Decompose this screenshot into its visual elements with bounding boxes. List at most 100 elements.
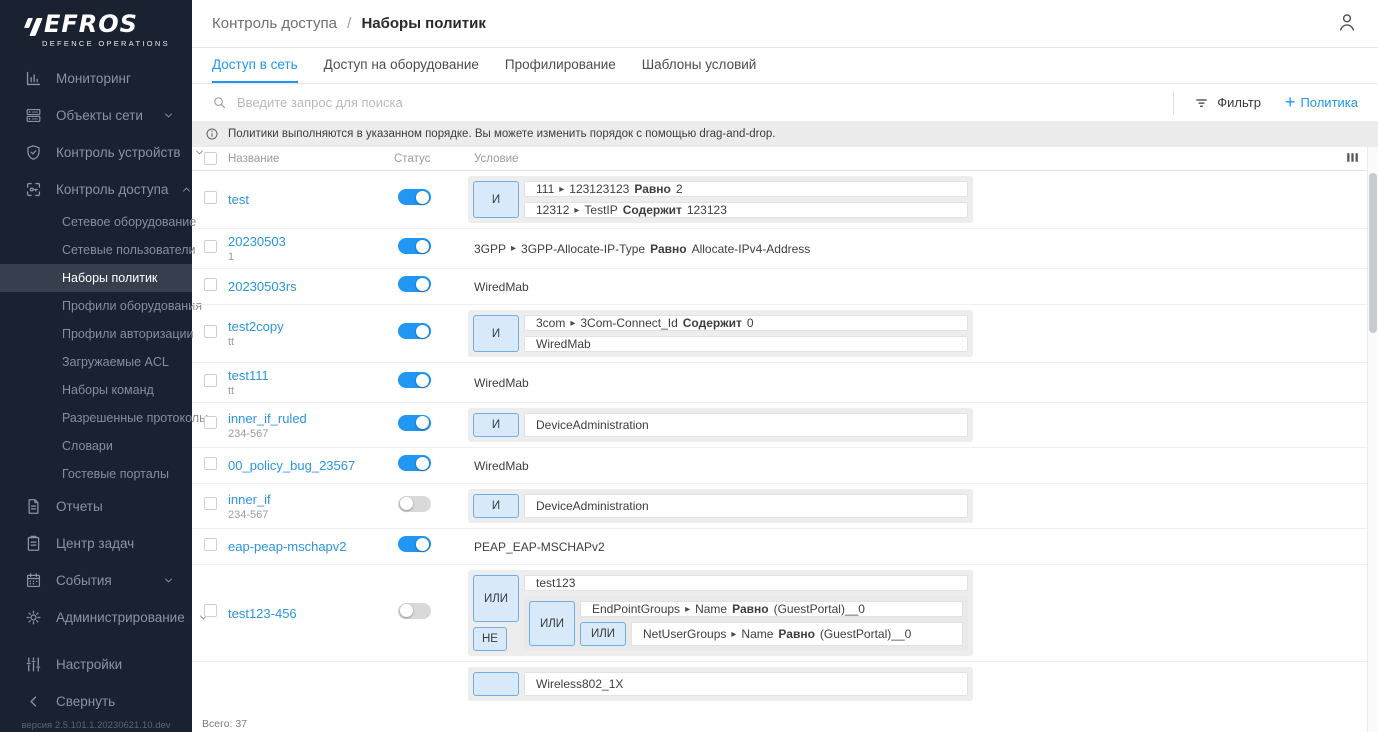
sidebar-subitem-1[interactable]: Сетевые пользователи (0, 236, 192, 264)
condition-bar: 111▸123123123Равно2 (524, 181, 968, 197)
search-input[interactable] (237, 95, 1169, 110)
condition-dictionary: 3GPP (474, 242, 506, 256)
condition-attribute: Name (695, 602, 727, 616)
logo-title: EFROS (44, 12, 138, 36)
condition-operator: Равно (778, 627, 814, 641)
policy-name-link[interactable]: 20230503rs (228, 279, 297, 294)
condition-attribute: 123123123 (569, 182, 629, 196)
sidebar-subitem-7[interactable]: Разрешенные протоколы (0, 404, 192, 432)
policy-name-link[interactable]: inner_if_ruled (228, 411, 307, 426)
row-name-cell: eap-peap-mschapv2 (228, 539, 388, 554)
sidebar-item-3[interactable]: Контроль доступа (0, 171, 192, 208)
row-status-cell (388, 372, 468, 393)
select-all-checkbox[interactable] (204, 152, 217, 165)
policy-name-link[interactable]: test (228, 192, 249, 207)
row-name-cell: test111tt (228, 368, 388, 397)
condition-group: ИDeviceAdministration (468, 408, 973, 442)
filter-button[interactable]: Фильтр (1178, 95, 1277, 110)
status-toggle[interactable] (398, 238, 431, 254)
row-checkbox[interactable] (204, 538, 217, 551)
status-toggle[interactable] (398, 455, 431, 471)
add-policy-button-label: Политика (1300, 95, 1358, 110)
sidebar-item-4[interactable]: Отчеты (0, 488, 192, 525)
row-checkbox[interactable] (204, 604, 217, 617)
row-status-cell (388, 323, 468, 344)
sidebar-subitem-6[interactable]: Наборы команд (0, 376, 192, 404)
sidebar-item-9[interactable]: Свернуть (0, 683, 192, 720)
sidebar-item-1[interactable]: Объекты сети (0, 97, 192, 134)
tab-1[interactable]: Доступ на оборудование (324, 48, 479, 83)
sidebar-item-8[interactable]: Настройки (0, 646, 192, 683)
condition-text: test123 (536, 576, 575, 590)
tab-2[interactable]: Профилирование (505, 48, 616, 83)
info-banner: Политики выполняются в указанном порядке… (192, 121, 1378, 147)
row-condition-cell: WiredMab (468, 280, 1362, 294)
row-status-cell (388, 238, 468, 259)
chevron-down-icon (163, 110, 174, 121)
columns-icon (1344, 149, 1361, 166)
row-checkbox-cell (204, 325, 228, 343)
sidebar-item-5[interactable]: Центр задач (0, 525, 192, 562)
condition-operator-box: НЕ (473, 627, 507, 651)
row-checkbox[interactable] (204, 457, 217, 470)
policy-row-8: eap-peap-mschapv2PEAP_EAP-MSCHAPv2 (192, 529, 1378, 565)
sidebar-subitem-4[interactable]: Профили авторизации (0, 320, 192, 348)
column-settings-button[interactable] (1344, 149, 1361, 169)
status-toggle[interactable] (398, 603, 431, 619)
row-checkbox[interactable] (204, 191, 217, 204)
sidebar-item-label: Свернуть (56, 694, 115, 709)
status-toggle[interactable] (398, 415, 431, 431)
status-toggle[interactable] (398, 189, 431, 205)
row-checkbox[interactable] (204, 374, 217, 387)
status-toggle[interactable] (398, 323, 431, 339)
sidebar-item-0[interactable]: Мониторинг (0, 60, 192, 97)
policy-name-link[interactable]: eap-peap-mschapv2 (228, 539, 347, 554)
sidebar-subitem-3[interactable]: Профили оборудования (0, 292, 192, 320)
condition-operator: Равно (650, 242, 686, 256)
sidebar-subitem-5[interactable]: Загружаемые ACL (0, 348, 192, 376)
row-checkbox[interactable] (204, 240, 217, 253)
user-menu-button[interactable] (1336, 11, 1358, 36)
condition-plain: WiredMab (468, 280, 1362, 294)
policy-name-link[interactable]: test111 (228, 368, 269, 383)
condition-value: 0 (747, 316, 754, 330)
sidebar-subitem-8[interactable]: Словари (0, 432, 192, 460)
search-icon (212, 95, 227, 110)
row-condition-cell: WiredMab (468, 376, 1362, 390)
row-checkbox[interactable] (204, 497, 217, 510)
condition-plain: 3GPP▸3GPP-Allocate-IP-TypeРавноAllocate-… (468, 242, 1362, 256)
condition-text: WiredMab (536, 337, 591, 351)
row-checkbox[interactable] (204, 416, 217, 429)
policy-name-link[interactable]: inner_if (228, 492, 271, 507)
row-checkbox[interactable] (204, 278, 217, 291)
sidebar-subitem-2[interactable]: Наборы политик (0, 264, 192, 292)
sidebar-subitem-9[interactable]: Гостевые порталы (0, 460, 192, 488)
policy-name-link[interactable]: test123-456 (228, 606, 297, 621)
policy-name-link[interactable]: test2copy (228, 319, 284, 334)
sidebar-subitem-0[interactable]: Сетевое оборудование (0, 208, 192, 236)
tab-3[interactable]: Шаблоны условий (642, 48, 757, 83)
policy-name-link[interactable]: 20230503 (228, 234, 286, 249)
sidebar-item-2[interactable]: Контроль устройств (0, 134, 192, 171)
row-name-cell: 20230503rs (228, 279, 388, 294)
row-status-cell (388, 536, 468, 557)
device-control-icon (24, 143, 43, 162)
tab-0[interactable]: Доступ в сеть (212, 48, 298, 83)
status-toggle[interactable] (398, 496, 431, 512)
condition-value: (GuestPortal)__0 (774, 602, 865, 616)
vertical-scrollbar[interactable] (1367, 147, 1378, 732)
row-checkbox[interactable] (204, 325, 217, 338)
row-name-cell: test123-456 (228, 606, 388, 621)
condition-text: WiredMab (474, 280, 529, 294)
status-toggle[interactable] (398, 536, 431, 552)
column-header-condition: Условие (468, 153, 1362, 165)
sidebar-item-7[interactable]: Администрирование (0, 599, 192, 636)
breadcrumb-separator: / (347, 15, 351, 32)
breadcrumb-parent[interactable]: Контроль доступа (212, 15, 337, 32)
status-toggle[interactable] (398, 372, 431, 388)
add-policy-button[interactable]: + Политика (1277, 95, 1358, 111)
sidebar-item-6[interactable]: События (0, 562, 192, 599)
scrollbar-thumb[interactable] (1369, 173, 1377, 333)
policy-name-link[interactable]: 00_policy_bug_23567 (228, 458, 355, 473)
status-toggle[interactable] (398, 276, 431, 292)
